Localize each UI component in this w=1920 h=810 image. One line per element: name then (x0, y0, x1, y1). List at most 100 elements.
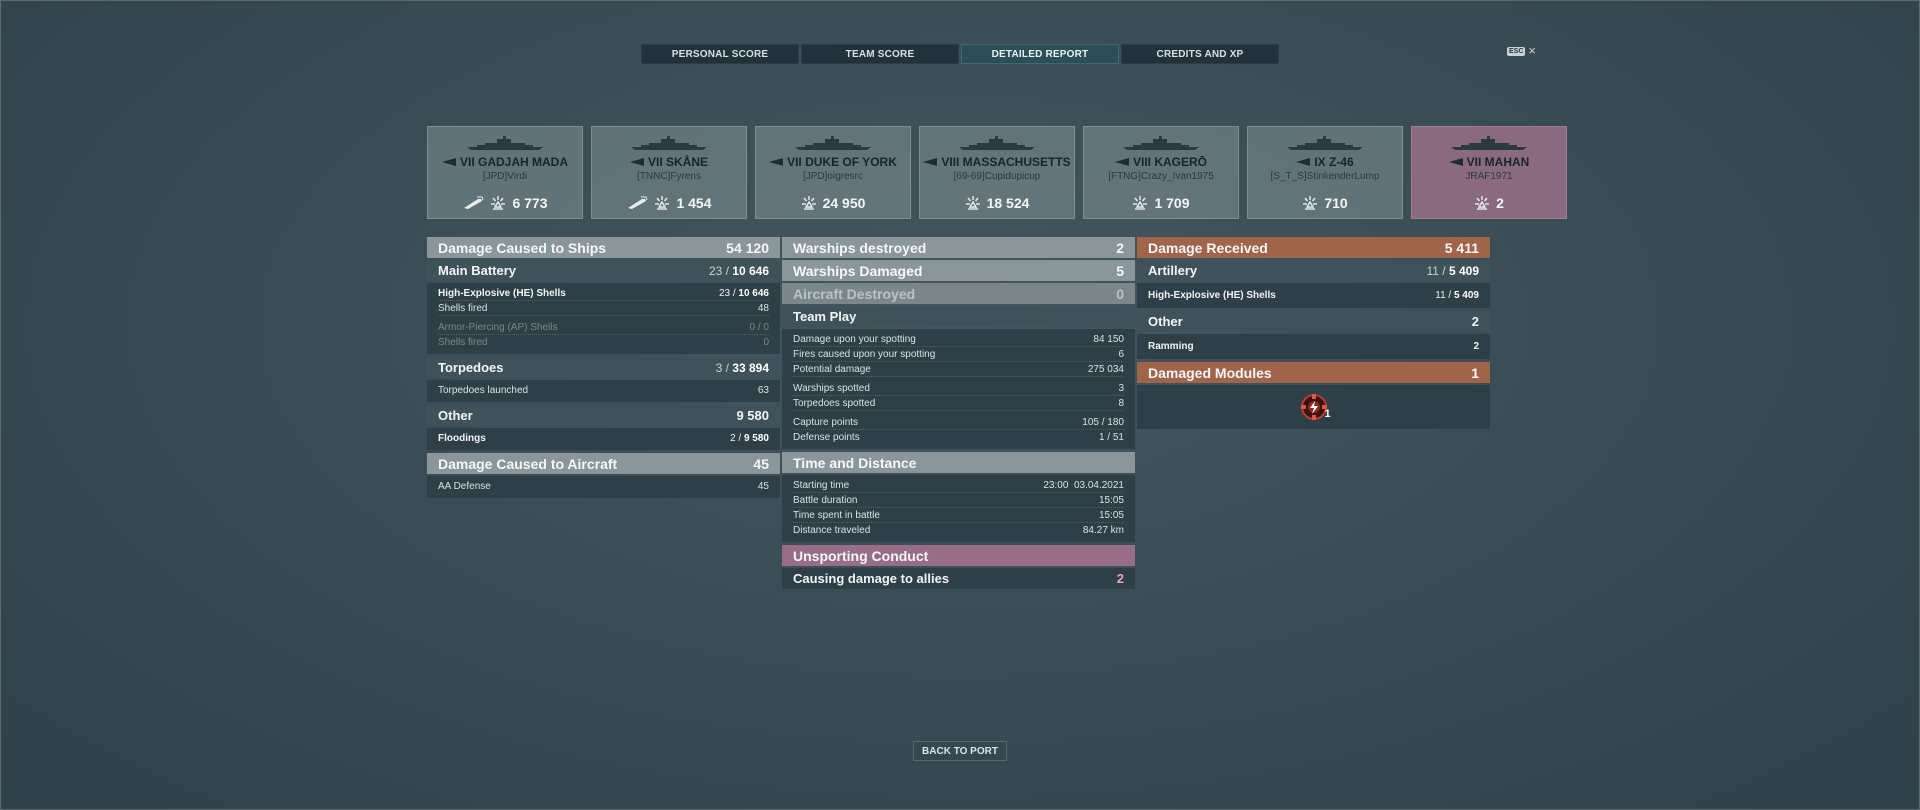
tab-team-score[interactable]: TEAM SCORE (801, 44, 959, 64)
other-damage-details: Floodings 2 / 9 580 (427, 428, 780, 450)
he-shells-row: High-Explosive (HE) Shells 23 / 10 646 (438, 286, 769, 301)
damage-icon (801, 195, 817, 211)
damage-to-allies-row: Causing damage to allies 2 (782, 568, 1135, 589)
ship-name: VII GADJAH MADA (428, 155, 582, 169)
player-name: [JPD]Virdi (482, 171, 528, 182)
ship-card[interactable]: VIII KAGERŌ [FTNG]Crazy_Ivan1975 1 709 (1083, 126, 1239, 219)
torpedo-icon (462, 196, 484, 210)
damage-received-header: Damage Received 5 411 (1137, 237, 1490, 258)
esc-close-button[interactable]: ESC × (1507, 43, 1536, 58)
warships-damaged-header: Warships Damaged 5 (782, 260, 1135, 281)
damage-icon (965, 195, 981, 211)
torpedo-icon (626, 196, 648, 210)
starting-time-row: Starting time 23:00 03.04.2021 (793, 478, 1124, 493)
ap-shells-row: Armor-Piercing (AP) Shells 0 / 0 (438, 320, 769, 335)
nation-flag-icon (923, 155, 938, 169)
ship-score: 1 454 (592, 195, 746, 211)
damage-icon (1474, 195, 1490, 211)
nation-flag-icon (441, 155, 456, 169)
report-tabs: PERSONAL SCORE TEAM SCORE DETAILED REPOR… (641, 44, 1279, 64)
artillery-header: Artillery 11 / 5 409 (1137, 260, 1490, 281)
aa-defense-row: AA Defense 45 (438, 481, 769, 492)
nation-flag-icon (1114, 155, 1129, 169)
artillery-details: High-Explosive (HE) Shells 11 / 5 409 (1137, 283, 1490, 308)
torpedoes-launched-row: Torpedoes launched 63 (438, 385, 769, 396)
ship-score: 18 524 (920, 195, 1074, 211)
damage-icon (1132, 195, 1148, 211)
ship-silhouette-icon (1084, 136, 1238, 150)
ship-card[interactable]: VII GADJAH MADA [JPD]Virdi 6 773 (427, 126, 583, 219)
player-name: [JPD]oigresrc (802, 171, 863, 182)
ship-score: 710 (1248, 195, 1402, 211)
unsporting-conduct-header: Unsporting Conduct (782, 545, 1135, 566)
ship-name: VII DUKE OF YORK (756, 155, 910, 169)
defense-points-row: Defense points 1 / 51 (793, 432, 1124, 443)
ship-name: VII MAHAN (1412, 155, 1566, 169)
damage-icon (1302, 195, 1318, 211)
damage-caused-column: Damage Caused to Ships 54 120 Main Batte… (427, 237, 780, 501)
player-name: JRAF1971 (1465, 171, 1513, 182)
ship-card[interactable]: VII DUKE OF YORK [JPD]oigresrc 24 950 (755, 126, 911, 219)
ship-score: 6 773 (428, 195, 582, 211)
torpedoes-details: Torpedoes launched 63 (427, 380, 780, 402)
ship-card[interactable]: VII MAHAN JRAF1971 2 (1411, 126, 1567, 219)
tab-credits-and-xp[interactable]: CREDITS AND XP (1121, 44, 1279, 64)
distance-traveled-row: Distance traveled 84.27 km (793, 525, 1124, 536)
damaged-modules-header: Damaged Modules 1 (1137, 362, 1490, 383)
tab-detailed-report[interactable]: DETAILED REPORT (961, 44, 1119, 64)
time-spent-row: Time spent in battle 15:05 (793, 508, 1124, 523)
received-other-details: Ramming 2 (1137, 334, 1490, 359)
torpedoes-header: Torpedoes 3 / 33 894 (427, 357, 780, 378)
ship-card[interactable]: VII SKÅNE [TNNC]Fyrens 1 454 (591, 126, 747, 219)
damage-caused-to-ships-header: Damage Caused to Ships 54 120 (427, 237, 780, 258)
received-other-header: Other 2 (1137, 311, 1490, 332)
ship-score: 1 709 (1084, 195, 1238, 211)
warships-destroyed-header: Warships destroyed 2 (782, 237, 1135, 258)
other-damage-header: Other 9 580 (427, 405, 780, 426)
time-and-distance-details: Starting time 23:00 03.04.2021 Battle dur… (782, 475, 1135, 542)
nation-flag-icon (629, 155, 644, 169)
damage-icon (654, 195, 670, 211)
player-name: [TNNC]Fyrens (637, 171, 701, 182)
team-play-details: Damage upon your spotting 84 150 Fires ca… (782, 329, 1135, 449)
nation-flag-icon (1296, 155, 1311, 169)
ship-silhouette-icon (1248, 136, 1402, 150)
player-name: [FTNG]Crazy_Ivan1975 (1108, 171, 1214, 182)
ship-cards: VII GADJAH MADA [JPD]Virdi 6 773 VII SKÅNE [… (427, 126, 1567, 219)
ship-score: 24 950 (756, 195, 910, 211)
player-name: [69-69]Cupidupicup (953, 171, 1041, 182)
back-to-port-button[interactable]: BACK TO PORT (913, 741, 1007, 761)
ship-card[interactable]: IX Z-46 [S_T_S]StinkenderLump 710 (1247, 126, 1403, 219)
torpedoes-spotted-row: Torpedoes spotted 8 (793, 396, 1124, 411)
damage-received-column: Damage Received 5 411 Artillery 11 / 5 40… (1137, 237, 1490, 429)
ship-name: VIII KAGERŌ (1084, 155, 1238, 169)
damage-caused-to-aircraft-header: Damage Caused to Aircraft 45 (427, 453, 780, 474)
ship-card[interactable]: VIII MASSACHUSETTS [69-69]Cupidupicup 18 5… (919, 126, 1075, 219)
team-play-header: Team Play (782, 306, 1135, 327)
ship-silhouette-icon (756, 136, 910, 150)
main-battery-details: High-Explosive (HE) Shells 23 / 10 646 S… (427, 283, 780, 354)
time-and-distance-header: Time and Distance (782, 452, 1135, 473)
aircraft-damage-details: AA Defense 45 (427, 476, 780, 498)
ramming-row: Ramming 2 (1148, 341, 1479, 352)
spotting-fires-row: Fires caused upon your spotting 6 (793, 347, 1124, 362)
tab-personal-score[interactable]: PERSONAL SCORE (641, 44, 799, 64)
player-name: [S_T_S]StinkenderLump (1270, 171, 1380, 182)
ship-silhouette-icon (1412, 136, 1566, 150)
ship-name: VIII MASSACHUSETTS (920, 155, 1074, 169)
nation-flag-icon (769, 155, 784, 169)
ap-shells-fired-row: Shells fired 0 (438, 337, 769, 348)
ship-name: IX Z-46 (1248, 155, 1402, 169)
potential-damage-row: Potential damage 275 034 (793, 362, 1124, 377)
ship-name: VII SKÅNE (592, 155, 746, 169)
esc-key-icon: ESC (1507, 46, 1526, 56)
damaged-modules-panel: 1 (1137, 385, 1490, 429)
aircraft-destroyed-header: Aircraft Destroyed 0 (782, 283, 1135, 304)
capture-points-row: Capture points 105 / 180 (793, 415, 1124, 430)
battle-duration-row: Battle duration 15:05 (793, 493, 1124, 508)
ship-silhouette-icon (428, 136, 582, 150)
spotting-damage-row: Damage upon your spotting 84 150 (793, 332, 1124, 347)
main-battery-header: Main Battery 23 / 10 646 (427, 260, 780, 281)
close-icon: × (1528, 43, 1536, 58)
engine-module-icon[interactable]: 1 (1299, 392, 1331, 422)
